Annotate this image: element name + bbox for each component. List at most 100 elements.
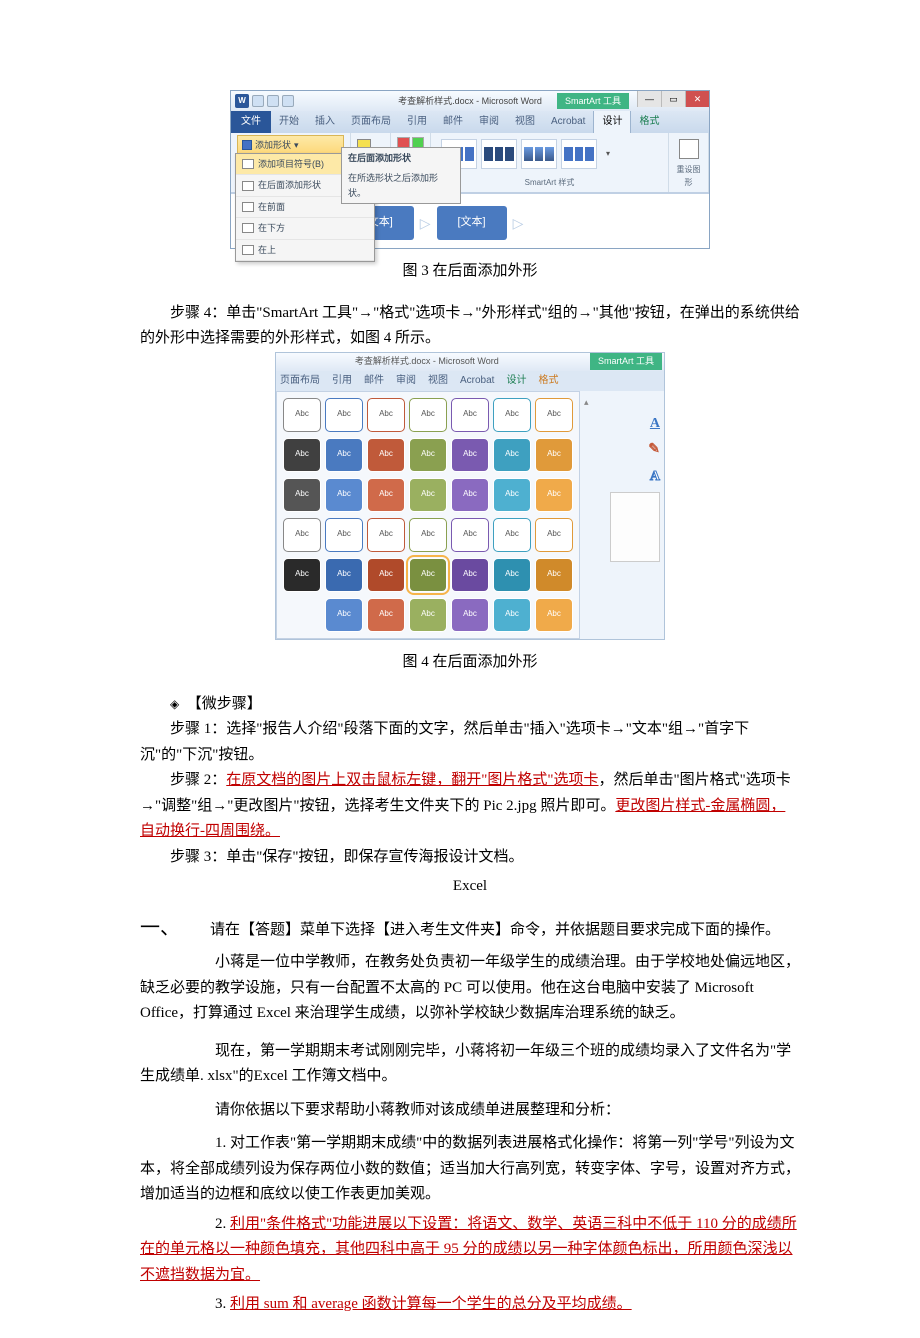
shape-style-thumb[interactable]: Abc <box>451 598 489 632</box>
sa-style-thumb[interactable] <box>561 139 597 169</box>
tab-pagelayout[interactable]: 页面布局 <box>343 111 399 133</box>
tab-review[interactable]: 审阅 <box>471 111 507 133</box>
tab-design[interactable]: 设计 <box>506 373 526 389</box>
shape-style-thumb[interactable]: Abc <box>409 438 447 472</box>
shape-style-thumb[interactable]: Abc <box>325 598 363 632</box>
micro-step-2: 步骤 2：在原文档的图片上双击鼠标左键，翻开"图片格式"选项卡，然后单击"图片格… <box>140 768 800 845</box>
tab-references[interactable]: 引用 <box>399 111 435 133</box>
save-icon[interactable] <box>252 95 264 107</box>
file-tab[interactable]: 文件 <box>231 111 271 133</box>
shape-style-thumb[interactable]: Abc <box>409 598 447 632</box>
text-effects-icon[interactable]: A <box>650 466 660 488</box>
tab-acrobat[interactable]: Acrobat <box>460 373 494 389</box>
document-title: 考查解析样式.docx - Microsoft Word <box>355 354 499 368</box>
shape-style-thumb[interactable]: Abc <box>325 558 363 592</box>
title-bar: W 考查解析样式.docx - Microsoft Word SmartArt … <box>231 91 709 111</box>
sa-style-thumb[interactable] <box>481 139 517 169</box>
shape-style-thumb[interactable]: Abc <box>367 438 405 472</box>
redo-icon[interactable] <box>282 95 294 107</box>
quick-access-toolbar: W <box>235 94 294 108</box>
tab-format[interactable]: 格式 <box>631 111 667 133</box>
shape-style-thumb[interactable]: Abc <box>367 558 405 592</box>
shape-icon <box>242 245 254 255</box>
shape-style-thumb[interactable]: Abc <box>283 558 321 592</box>
shape-style-thumb[interactable]: Abc <box>409 558 447 592</box>
shape-style-thumb[interactable]: Abc <box>367 598 405 632</box>
shape-style-thumb[interactable]: Abc <box>535 518 573 552</box>
shape-style-thumb[interactable]: Abc <box>409 518 447 552</box>
shape-style-thumb[interactable]: Abc <box>325 478 363 512</box>
maximize-button[interactable]: ▭ <box>661 91 685 107</box>
tab-insert[interactable]: 插入 <box>307 111 343 133</box>
shape-style-thumb[interactable]: Abc <box>535 438 573 472</box>
shape-style-thumb[interactable]: Abc <box>283 518 321 552</box>
close-button[interactable]: ✕ <box>685 91 709 107</box>
gallery-more-button[interactable]: ▾ <box>601 148 615 161</box>
tab-mailings[interactable]: 邮件 <box>364 373 384 389</box>
shape-icon <box>242 202 254 212</box>
shape-style-thumb[interactable]: Abc <box>367 518 405 552</box>
menu-item[interactable]: 在上 <box>236 240 374 261</box>
shape-style-thumb[interactable]: Abc <box>535 398 573 432</box>
shape-style-thumb[interactable]: Abc <box>283 438 321 472</box>
shape-style-thumb[interactable]: Abc <box>325 518 363 552</box>
text-fill-icon[interactable]: A <box>650 413 660 435</box>
text-outline-icon[interactable]: ✎ <box>648 439 660 461</box>
shape-style-thumb[interactable]: Abc <box>367 478 405 512</box>
shape-style-thumb[interactable]: Abc <box>451 398 489 432</box>
menu-item[interactable]: 在下方 <box>236 218 374 239</box>
shape-style-thumb[interactable]: Abc <box>493 518 531 552</box>
word-window: W 考查解析样式.docx - Microsoft Word SmartArt … <box>230 90 710 249</box>
shape-style-thumb[interactable]: Abc <box>535 558 573 592</box>
shape-style-thumb[interactable]: Abc <box>493 398 531 432</box>
shape-icon <box>242 181 254 191</box>
ribbon-tabs: 文件 开始 插入 页面布局 引用 邮件 审阅 视图 Acrobat 设计 格式 <box>231 111 709 133</box>
word-app-icon: W <box>235 94 249 108</box>
scroll-up-icon[interactable]: ▴ <box>584 395 589 409</box>
minimize-button[interactable]: — <box>637 91 661 107</box>
shape-style-thumb[interactable]: Abc <box>451 518 489 552</box>
shape-style-thumb[interactable]: Abc <box>325 438 363 472</box>
tab-view[interactable]: 视图 <box>507 111 543 133</box>
tab-references[interactable]: 引用 <box>332 373 352 389</box>
shape-style-thumb[interactable]: Abc <box>409 398 447 432</box>
shape-style-thumb[interactable]: Abc <box>451 438 489 472</box>
smartart-node[interactable]: [文本] <box>437 206 507 240</box>
tab-mailings[interactable]: 邮件 <box>435 111 471 133</box>
sa-style-thumb[interactable] <box>521 139 557 169</box>
micro-step-1: 步骤 1：选择"报告人介绍"段落下面的文字，然后单击"插入"选项卡→"文本"组→… <box>140 717 800 768</box>
tab-format[interactable]: 格式 <box>538 373 558 389</box>
shape-style-thumb[interactable]: Abc <box>325 398 363 432</box>
tab-view[interactable]: 视图 <box>428 373 448 389</box>
shape-style-thumb[interactable]: Abc <box>493 598 531 632</box>
shape-style-thumb[interactable]: Abc <box>493 558 531 592</box>
reset-icon[interactable] <box>679 139 699 159</box>
fig4-titlebar: 考查解析样式.docx - Microsoft Word SmartArt 工具 <box>276 353 664 371</box>
shape-style-thumb[interactable]: Abc <box>535 478 573 512</box>
shape-style-thumb[interactable]: Abc <box>535 598 573 632</box>
smartart-tools-label: SmartArt 工具 <box>557 93 629 109</box>
tab-acrobat[interactable]: Acrobat <box>543 111 593 133</box>
fig4-window: 考查解析样式.docx - Microsoft Word SmartArt 工具… <box>275 352 665 640</box>
tab-design[interactable]: 设计 <box>593 110 631 133</box>
section-one-p3: 请你依据以下要求帮助小蒋教师对该成绩单进展整理和分析： <box>140 1098 800 1124</box>
tab-pagelayout[interactable]: 页面布局 <box>280 373 320 389</box>
shape-style-thumb[interactable]: Abc <box>283 478 321 512</box>
shape-style-thumb[interactable]: Abc <box>367 398 405 432</box>
shape-style-thumb[interactable]: Abc <box>451 558 489 592</box>
shape-style-thumb[interactable]: Abc <box>493 478 531 512</box>
tab-home[interactable]: 开始 <box>271 111 307 133</box>
create-graphic-group: 添加形状 ▾ 添加项目符号(B) 在后面添加形状 在前面 在下方 在上 在后面添… <box>231 133 351 192</box>
shape-style-thumb[interactable]: Abc <box>493 438 531 472</box>
shape-style-thumb[interactable]: Abc <box>409 478 447 512</box>
section-one-item2: 2. 利用"条件格式"功能进展以下设置：将语文、数学、英语三科中不低于 110 … <box>140 1212 800 1289</box>
shape-icon <box>242 223 254 233</box>
undo-icon[interactable] <box>267 95 279 107</box>
shape-style-thumb[interactable]: Abc <box>283 398 321 432</box>
shape-style-thumb[interactable]: Abc <box>451 478 489 512</box>
figure-4: 考查解析样式.docx - Microsoft Word SmartArt 工具… <box>275 352 665 640</box>
reset-group: 重设图形 <box>669 133 709 192</box>
diamond-bullet-icon: ◈ <box>170 697 179 711</box>
tab-review[interactable]: 审阅 <box>396 373 416 389</box>
add-shape-submenu: 在后面添加形状 在所选形状之后添加形状。 <box>341 147 461 204</box>
